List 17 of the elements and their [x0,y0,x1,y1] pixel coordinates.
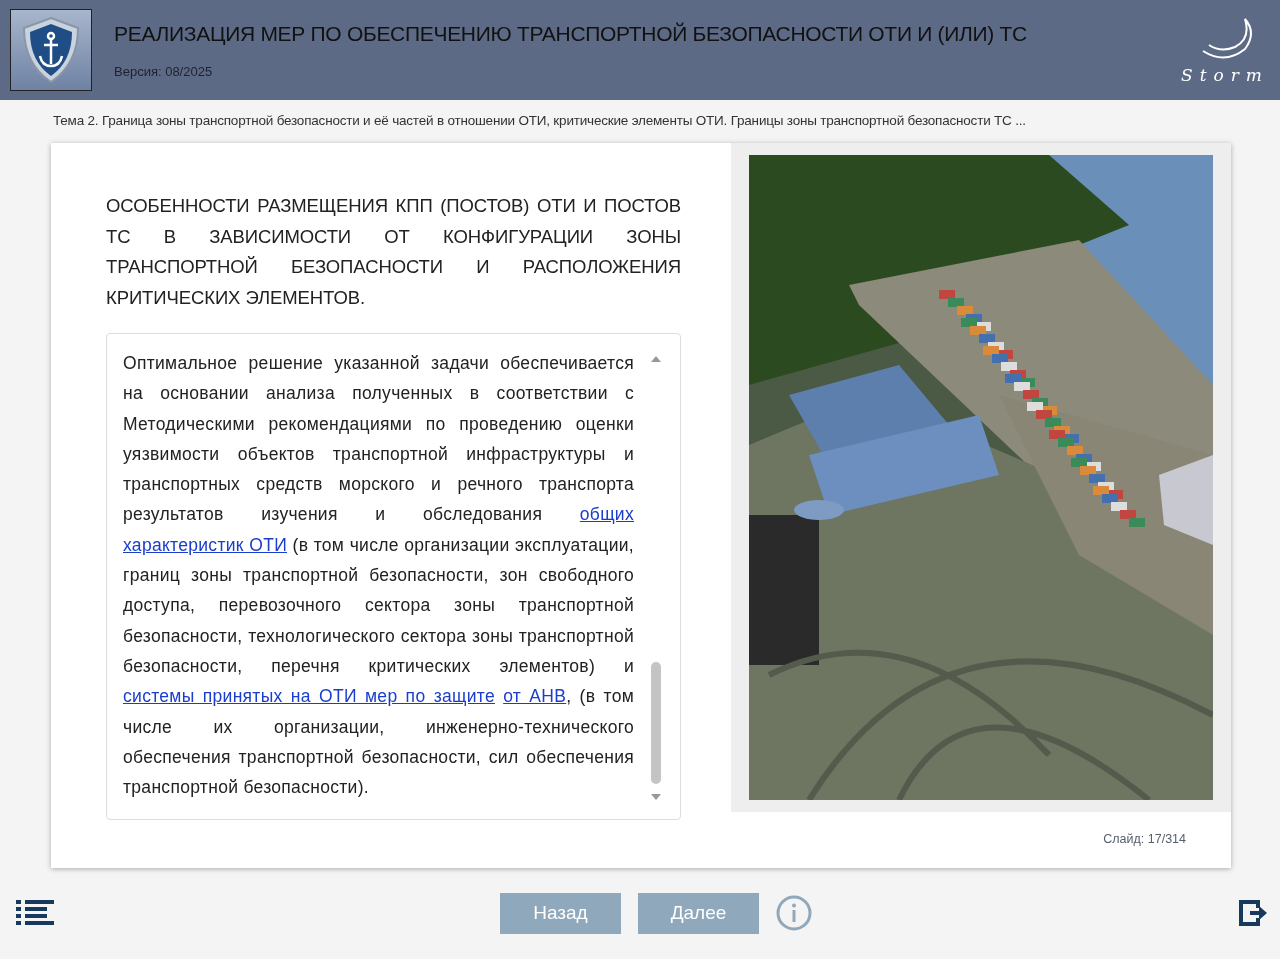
topic-title: Тема 2. Граница зоны транспортной безопасности и её частей в отношении ОТИ, критические элементы ОТИ. Границы зоны транспортной безопасности ТС ... [52,112,1027,129]
scrollbar-thumb[interactable] [651,662,661,784]
text-link[interactable]: характеристик ОТИ [123,534,288,555]
scroll-up-icon[interactable] [651,356,661,362]
brand-name: Storm [1181,65,1269,85]
scroll-down-icon[interactable] [651,794,661,800]
body-paragraph: Оптимальное решение указанной задачи обеспечивается на основании анализа полученных в соответствии с Методическими рекомендациями по проведению оценки уязвимости объектов транспортной инфраструктуры и транспортных средств морского и речного транспорта результатов изучения и обследования общих характеристик ОТИ (в том числе организации эксплуатации, границ зоны транспортной безопасности, зон свободного доступа, перевозочного сектора зоны транспортной безопасности, технологического сектора зоны транспортной безопасности, перечня критических элементов) и системы принятых на ОТИ мер по защите от АНВ, (в том числе их организации, инженерно-технического обеспечения транспортной безопасности, сил обеспечения транспортной безопасности). [123,352,634,800]
exit-icon[interactable] [1238,899,1268,927]
version-label: Версия: 08/2025 [114,63,214,79]
text-link[interactable]: системы принятых на ОТИ мер по защите [123,686,495,707]
menu-list-icon[interactable] [16,900,54,926]
text-link[interactable]: общих [579,504,634,525]
course-title: РЕАЛИЗАЦИЯ МЕР ПО ОБЕСПЕЧЕНИЮ ТРАНСПОРТНОЙ БЕЗОПАСНОСТИ ОТИ И (ИЛИ) ТС [114,21,1028,46]
info-icon[interactable] [776,895,812,931]
slide-heading: ОСОБЕННОСТИ РАЗМЕЩЕНИЯ КПП (ПОСТОВ) ОТИ И ПОСТОВ ТС В ЗАВИСИМОСТИ ОТ КОНФИГУРАЦИИ ЗОНЫ ТРАНСПОРТНОЙ БЕЗОПАСНОСТИ И РАСПОЛОЖЕНИЯ КРИТИЧЕСКИХ ЭЛЕМЕНТОВ. [106,194,681,310]
slide-counter: Слайд: 17/314 [1103,832,1186,846]
text-link[interactable]: от АНВ [503,686,567,707]
